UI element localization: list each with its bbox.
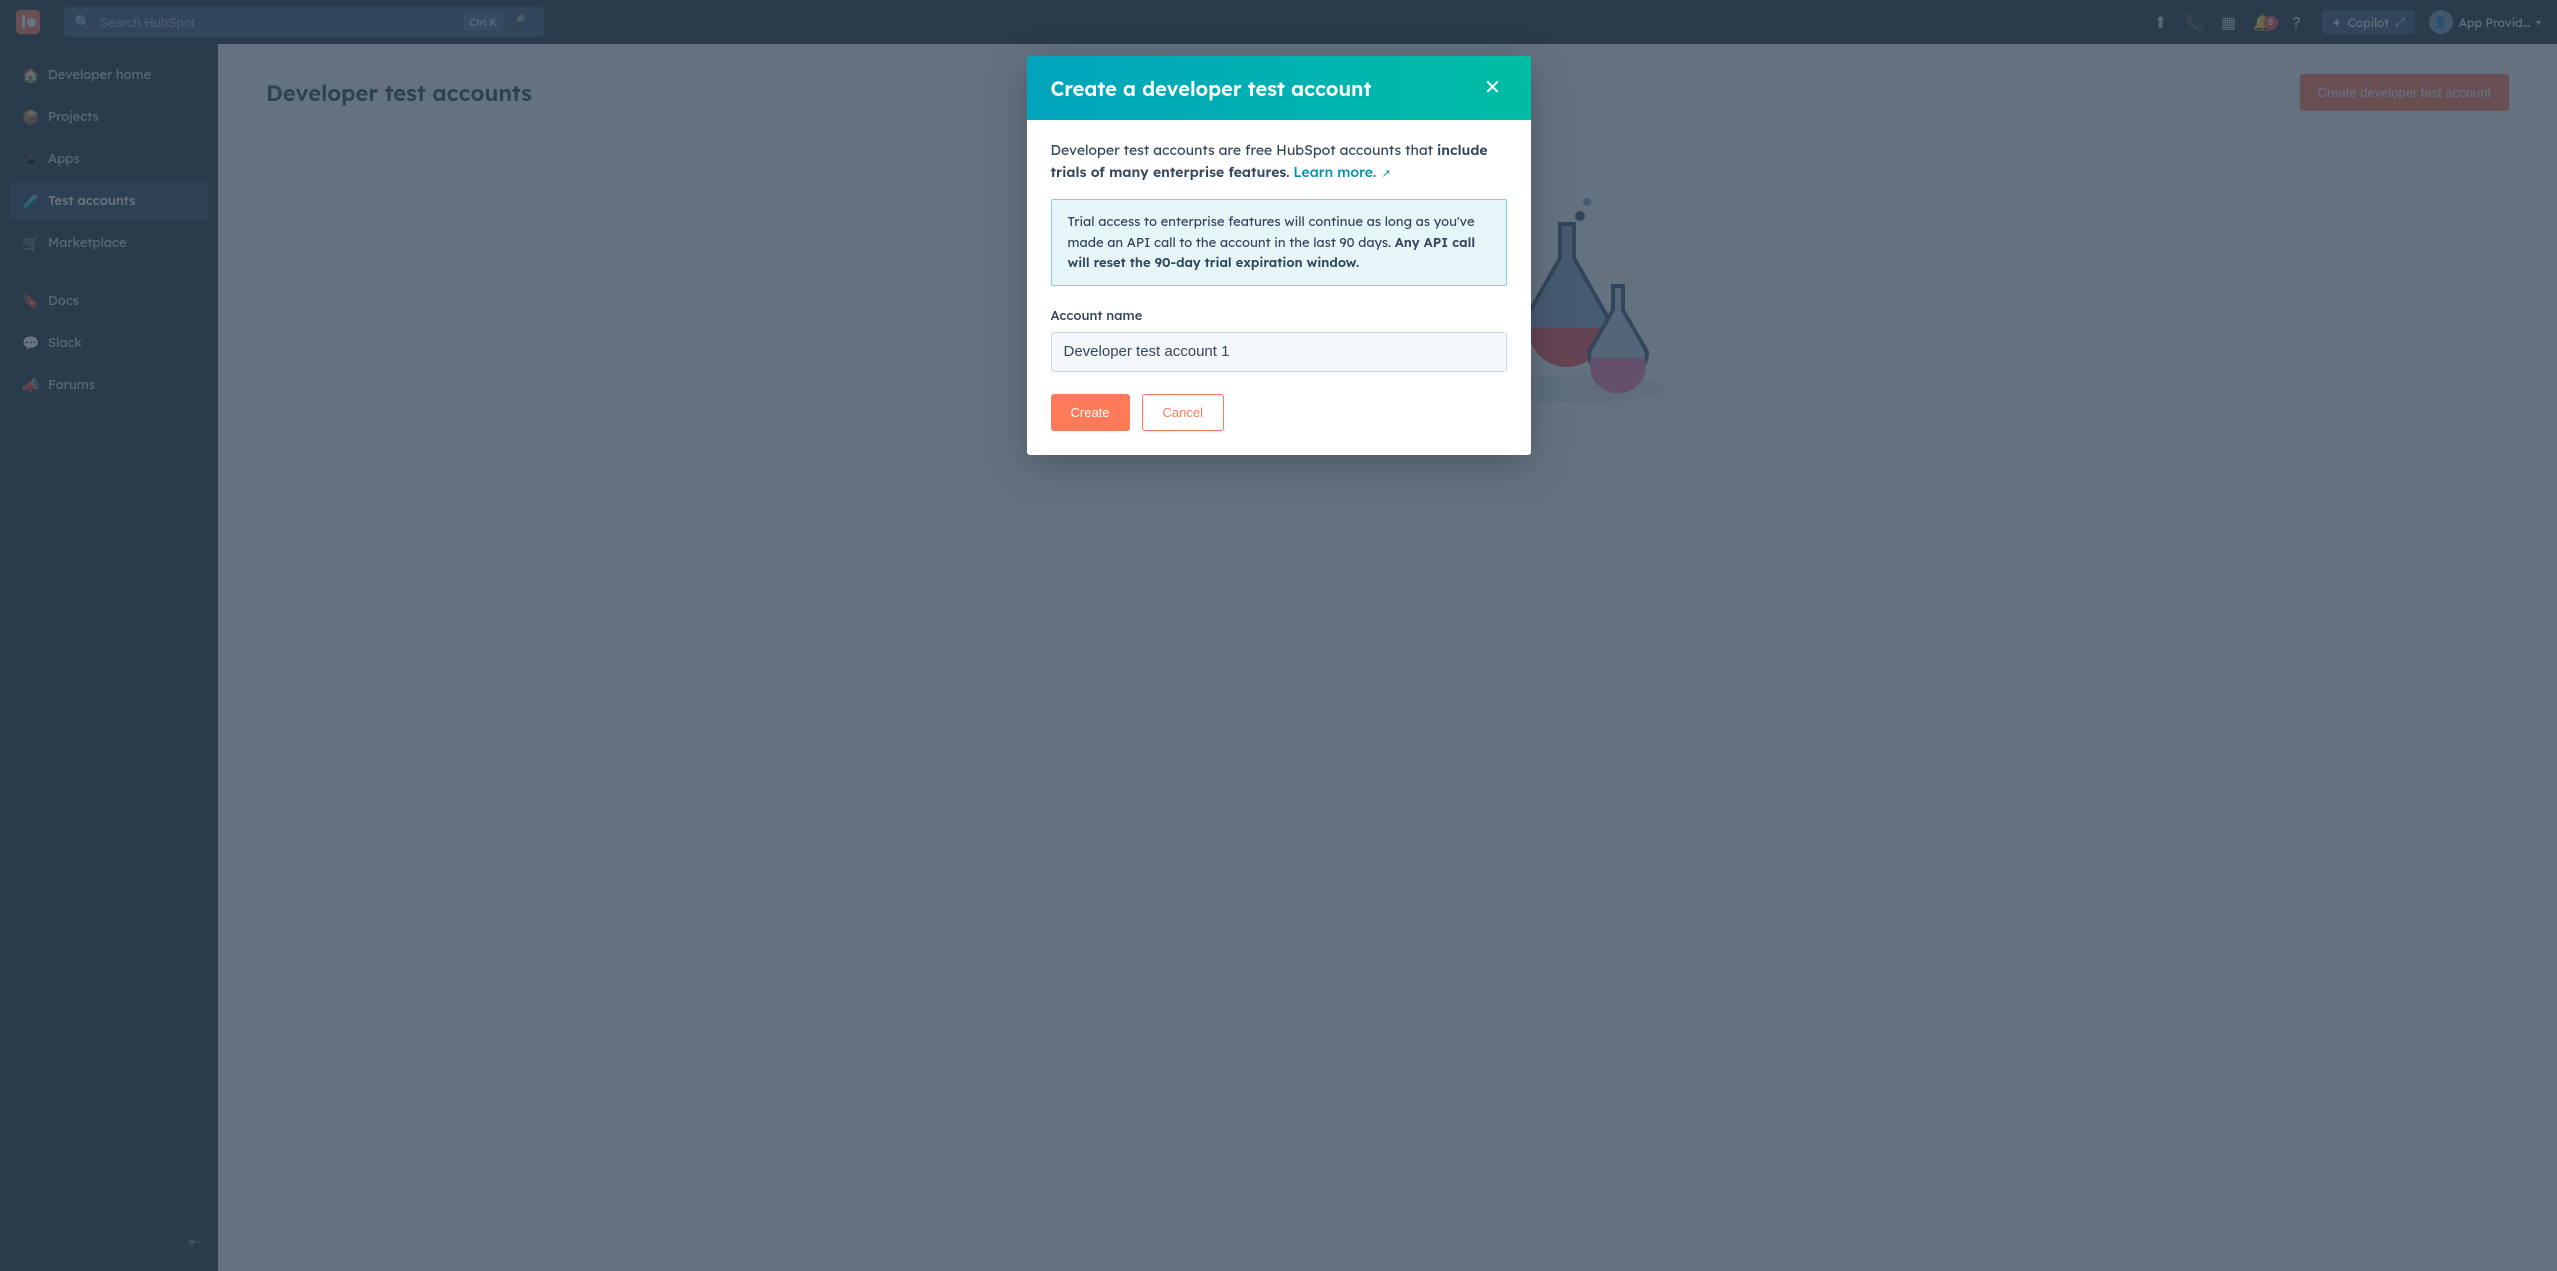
modal-intro-text: Developer test accounts are free HubSpot…	[1051, 140, 1507, 183]
learn-more-label: Learn more.	[1293, 163, 1376, 181]
modal-overlay: Create a developer test account ✕ Develo…	[0, 0, 2557, 1271]
external-link-icon: ↗	[1378, 166, 1390, 180]
info-callout: Trial access to enterprise features will…	[1051, 199, 1507, 285]
learn-more-link[interactable]: Learn more. ↗	[1293, 163, 1390, 181]
intro-prefix: Developer test accounts are free HubSpot…	[1051, 141, 1437, 159]
modal-title: Create a developer test account	[1051, 76, 1372, 101]
modal-close-button[interactable]: ✕	[1479, 74, 1507, 102]
create-test-account-modal: Create a developer test account ✕ Develo…	[1027, 56, 1531, 455]
cancel-button[interactable]: Cancel	[1142, 394, 1224, 431]
create-button[interactable]: Create	[1051, 394, 1130, 431]
account-name-label: Account name	[1051, 308, 1507, 324]
close-icon: ✕	[1484, 77, 1501, 99]
modal-actions: Create Cancel	[1051, 394, 1507, 431]
modal-header: Create a developer test account ✕	[1027, 56, 1531, 120]
account-name-input[interactable]	[1051, 332, 1507, 372]
modal-body: Developer test accounts are free HubSpot…	[1027, 120, 1531, 455]
